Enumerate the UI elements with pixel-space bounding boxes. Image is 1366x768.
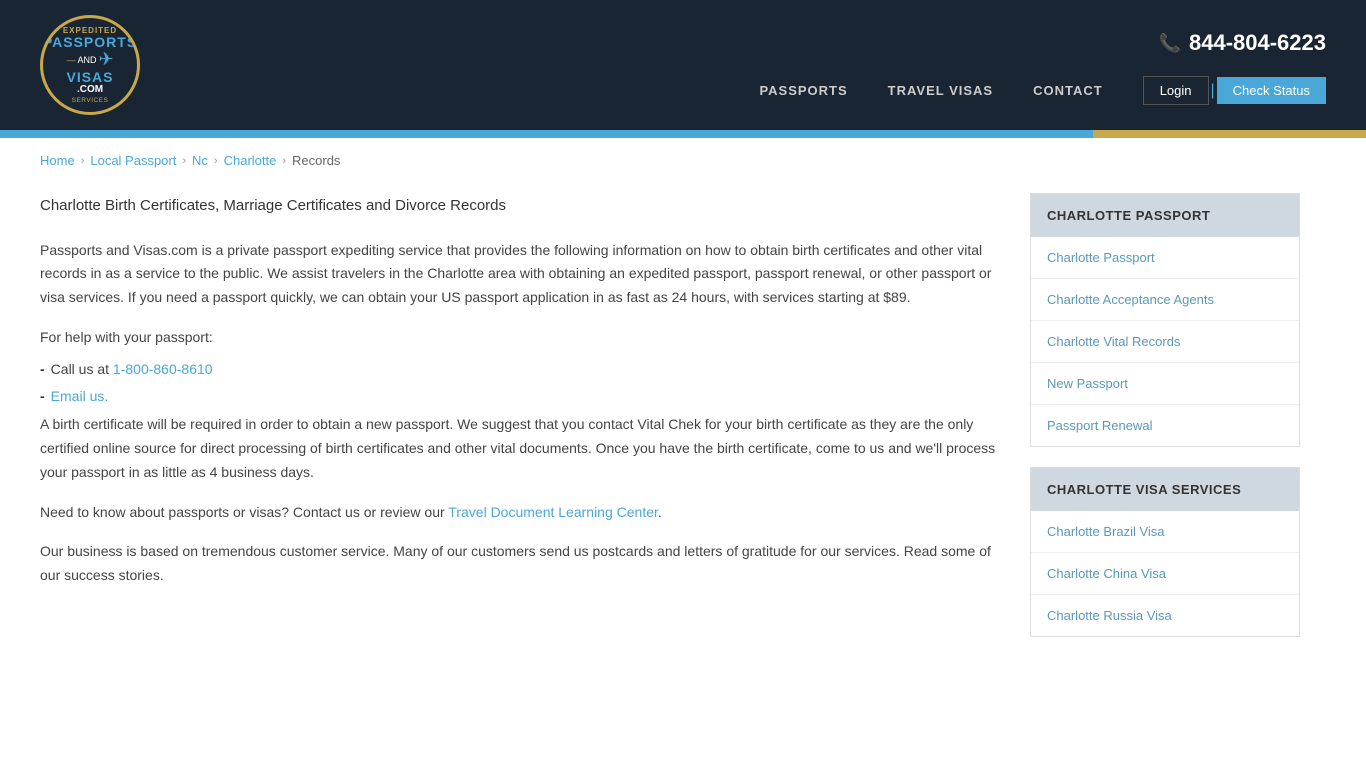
check-status-button[interactable]: Check Status bbox=[1217, 77, 1326, 104]
breadcrumb-home[interactable]: Home bbox=[40, 153, 75, 168]
sidebar-link-charlotte-russia-visa[interactable]: Charlotte Russia Visa bbox=[1031, 594, 1299, 636]
logo-area: EXPEDITED PASSPORTS — AND ✈ VISAS .COM S… bbox=[40, 15, 140, 115]
breadcrumb-local-passport[interactable]: Local Passport bbox=[90, 153, 176, 168]
paragraph-2: A birth certificate will be required in … bbox=[40, 413, 1000, 484]
paragraph-3-prefix: Need to know about passports or visas? C… bbox=[40, 504, 448, 520]
sidebar-link-charlotte-china-visa[interactable]: Charlotte China Visa bbox=[1031, 552, 1299, 594]
email-link[interactable]: Email us. bbox=[51, 385, 109, 409]
bullet-1-text: Call us at 1-800-860-8610 bbox=[51, 358, 213, 382]
paragraph-4: Our business is based on tremendous cust… bbox=[40, 540, 1000, 588]
travel-doc-link[interactable]: Travel Document Learning Center bbox=[448, 504, 658, 520]
bullet-2: - Email us. bbox=[40, 385, 1000, 409]
color-bar bbox=[0, 130, 1366, 138]
bullet-1-prefix: Call us at bbox=[51, 361, 113, 377]
nav-area: PASSPORTS TRAVEL VISAS CONTACT Login | C… bbox=[759, 76, 1326, 105]
passport-section-header: CHARLOTTE PASSPORT bbox=[1031, 194, 1299, 237]
phone-link[interactable]: 1-800-860-8610 bbox=[113, 361, 213, 377]
sidebar-link-charlotte-acceptance-agents[interactable]: Charlotte Acceptance Agents bbox=[1031, 278, 1299, 320]
bullet-dash-1: - bbox=[40, 358, 45, 382]
sidebar-link-charlotte-vital-records[interactable]: Charlotte Vital Records bbox=[1031, 320, 1299, 362]
page-title: Charlotte Birth Certificates, Marriage C… bbox=[40, 193, 1000, 219]
phone-number: 844-804-6223 bbox=[1189, 30, 1326, 56]
breadcrumb: Home › Local Passport › Nc › Charlotte ›… bbox=[0, 138, 1366, 183]
phone-icon: 📞 bbox=[1159, 33, 1181, 54]
sidebar-link-new-passport[interactable]: New Passport bbox=[1031, 362, 1299, 404]
login-button[interactable]: Login bbox=[1143, 76, 1209, 105]
sidebar: CHARLOTTE PASSPORT Charlotte Passport Ch… bbox=[1030, 193, 1300, 657]
breadcrumb-sep4: › bbox=[282, 155, 286, 167]
bullet-1: - Call us at 1-800-860-8610 bbox=[40, 358, 1000, 382]
phone-area: 📞 844-804-6223 bbox=[1159, 30, 1326, 56]
sidebar-link-charlotte-brazil-visa[interactable]: Charlotte Brazil Visa bbox=[1031, 511, 1299, 552]
nav-passports[interactable]: PASSPORTS bbox=[759, 83, 847, 98]
paragraph-1: Passports and Visas.com is a private pas… bbox=[40, 239, 1000, 310]
visa-section-header: CHARLOTTE VISA SERVICES bbox=[1031, 468, 1299, 511]
auth-buttons: Login | Check Status bbox=[1143, 76, 1326, 105]
help-heading: For help with your passport: bbox=[40, 326, 1000, 350]
breadcrumb-sep3: › bbox=[214, 155, 218, 167]
btn-divider: | bbox=[1209, 82, 1217, 100]
passport-sidebar-section: CHARLOTTE PASSPORT Charlotte Passport Ch… bbox=[1030, 193, 1300, 447]
main-container: Charlotte Birth Certificates, Marriage C… bbox=[0, 183, 1366, 697]
content-area: Charlotte Birth Certificates, Marriage C… bbox=[40, 193, 1000, 657]
breadcrumb-sep2: › bbox=[182, 155, 186, 167]
paragraph-3: Need to know about passports or visas? C… bbox=[40, 501, 1000, 525]
visa-sidebar-section: CHARLOTTE VISA SERVICES Charlotte Brazil… bbox=[1030, 467, 1300, 637]
paragraph-3-end: . bbox=[658, 504, 662, 520]
logo-visas: VISAS bbox=[43, 70, 137, 84]
header: EXPEDITED PASSPORTS — AND ✈ VISAS .COM S… bbox=[0, 0, 1366, 130]
logo: EXPEDITED PASSPORTS — AND ✈ VISAS .COM S… bbox=[40, 15, 140, 115]
logo-services: SERVICES bbox=[43, 97, 137, 104]
breadcrumb-charlotte[interactable]: Charlotte bbox=[224, 153, 277, 168]
sidebar-link-charlotte-passport[interactable]: Charlotte Passport bbox=[1031, 237, 1299, 278]
sidebar-link-passport-renewal[interactable]: Passport Renewal bbox=[1031, 404, 1299, 446]
nav-travel-visas[interactable]: TRAVEL VISAS bbox=[888, 83, 993, 98]
nav-contact[interactable]: CONTACT bbox=[1033, 83, 1103, 98]
logo-passports: PASSPORTS bbox=[43, 35, 137, 49]
logo-and: — AND ✈ bbox=[43, 49, 137, 70]
breadcrumb-sep1: › bbox=[81, 155, 85, 167]
bullet-dash-2: - bbox=[40, 385, 45, 409]
logo-com: .COM bbox=[43, 84, 137, 95]
breadcrumb-current: Records bbox=[292, 153, 340, 168]
breadcrumb-nc[interactable]: Nc bbox=[192, 153, 208, 168]
